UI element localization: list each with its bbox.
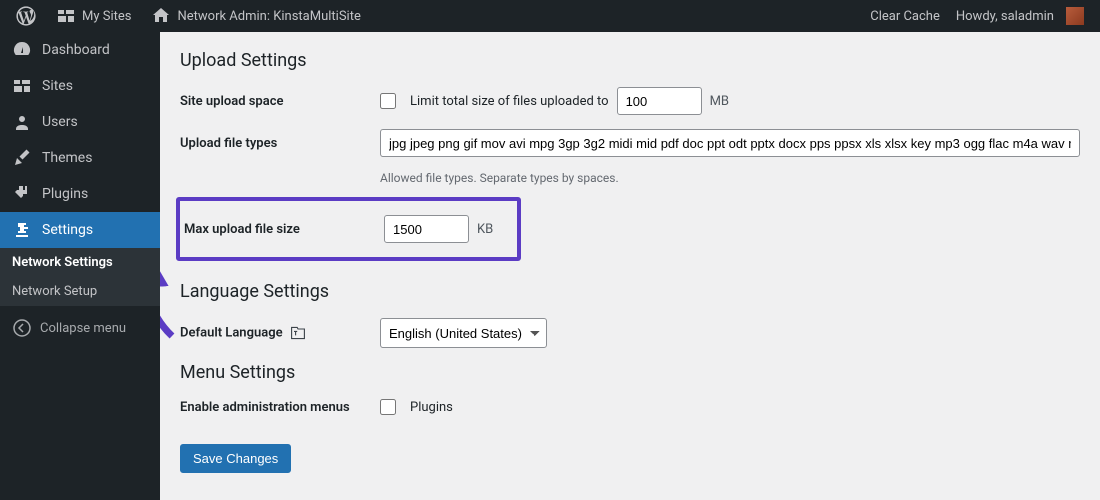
heading-language-settings: Language Settings — [180, 281, 1080, 302]
admin-bar: My Sites Network Admin: KinstaMultiSite … — [0, 0, 1100, 32]
row-upload-file-types: Upload file types — [180, 129, 1080, 157]
sidebar-item-sites[interactable]: Sites — [0, 68, 160, 104]
row-max-upload: Max upload file size KB — [180, 215, 517, 243]
input-file-types[interactable] — [380, 129, 1080, 157]
sidebar-item-plugins[interactable]: Plugins — [0, 176, 160, 212]
appearance-icon — [12, 148, 32, 168]
checkbox-plugins-menu[interactable] — [380, 399, 396, 415]
home-icon — [151, 6, 171, 26]
sidebar-item-label: Sites — [42, 78, 73, 94]
sidebar-item-dashboard[interactable]: Dashboard — [0, 32, 160, 68]
my-sites-menu[interactable]: My Sites — [48, 0, 139, 32]
collapse-icon — [12, 318, 32, 338]
clear-cache-label: Clear Cache — [870, 9, 940, 24]
submenu-label: Network Settings — [12, 255, 113, 270]
my-sites-label: My Sites — [82, 9, 131, 24]
admin-sidebar: Dashboard Sites Users Themes Plugins Set… — [0, 32, 160, 500]
checkbox-limit-upload[interactable] — [380, 93, 396, 109]
label-upload-file-types: Upload file types — [180, 136, 380, 151]
wp-logo-menu[interactable] — [8, 0, 44, 32]
sidebar-item-users[interactable]: Users — [0, 104, 160, 140]
account-menu[interactable]: Howdy, saladmin — [948, 0, 1092, 32]
input-max-upload-kb[interactable] — [384, 215, 469, 243]
unit-kb: KB — [477, 222, 493, 237]
heading-menu-settings: Menu Settings — [180, 362, 1080, 383]
select-language[interactable]: English (United States) — [380, 318, 547, 348]
label-max-upload: Max upload file size — [184, 222, 384, 237]
sidebar-item-label: Dashboard — [42, 42, 110, 58]
settings-submenu: Network Settings Network Setup — [0, 248, 160, 306]
translate-icon — [290, 325, 306, 341]
settings-icon — [12, 220, 32, 240]
dashboard-icon — [12, 40, 32, 60]
heading-upload-settings: Upload Settings — [180, 50, 1080, 71]
sidebar-item-themes[interactable]: Themes — [0, 140, 160, 176]
label-default-language-text: Default Language — [180, 325, 283, 340]
sidebar-item-label: Plugins — [42, 186, 88, 202]
wordpress-icon — [16, 6, 36, 26]
label-plugins-check: Plugins — [410, 400, 453, 415]
submenu-label: Network Setup — [12, 284, 97, 299]
desc-allowed-types: Allowed file types. Separate types by sp… — [380, 171, 1080, 185]
label-default-language: Default Language — [180, 325, 380, 341]
avatar — [1066, 7, 1084, 25]
unit-mb: MB — [710, 94, 729, 109]
network-admin-label: Network Admin: KinstaMultiSite — [177, 9, 360, 24]
submenu-network-setup[interactable]: Network Setup — [0, 277, 160, 306]
save-button-label: Save Changes — [193, 451, 278, 466]
save-button[interactable]: Save Changes — [180, 444, 291, 473]
howdy-label: Howdy, saladmin — [956, 9, 1054, 24]
sidebar-item-settings[interactable]: Settings — [0, 212, 160, 248]
label-limit-total: Limit total size of files uploaded to — [410, 94, 609, 109]
sidebar-item-label: Settings — [42, 222, 93, 238]
main-content: Upload Settings Site upload space Limit … — [160, 32, 1100, 500]
label-enable-admin-menus: Enable administration menus — [180, 400, 380, 415]
sidebar-item-label: Themes — [42, 150, 92, 166]
label-site-upload-space: Site upload space — [180, 94, 380, 109]
input-upload-space-mb[interactable] — [617, 87, 702, 115]
network-admin-link[interactable]: Network Admin: KinstaMultiSite — [143, 0, 368, 32]
row-site-upload-space: Site upload space Limit total size of fi… — [180, 87, 1080, 115]
sites-icon — [56, 6, 76, 26]
highlight-max-upload: Max upload file size KB — [176, 197, 521, 261]
submenu-network-settings[interactable]: Network Settings — [0, 248, 160, 277]
sidebar-item-label: Users — [42, 114, 78, 130]
sites-icon — [12, 76, 32, 96]
collapse-label: Collapse menu — [40, 321, 126, 336]
users-icon — [12, 112, 32, 132]
clear-cache-link[interactable]: Clear Cache — [862, 0, 948, 32]
row-enable-admin-menus: Enable administration menus Plugins — [180, 399, 1080, 415]
collapse-menu[interactable]: Collapse menu — [0, 310, 160, 346]
row-default-language: Default Language English (United States) — [180, 318, 1080, 348]
plugins-icon — [12, 184, 32, 204]
